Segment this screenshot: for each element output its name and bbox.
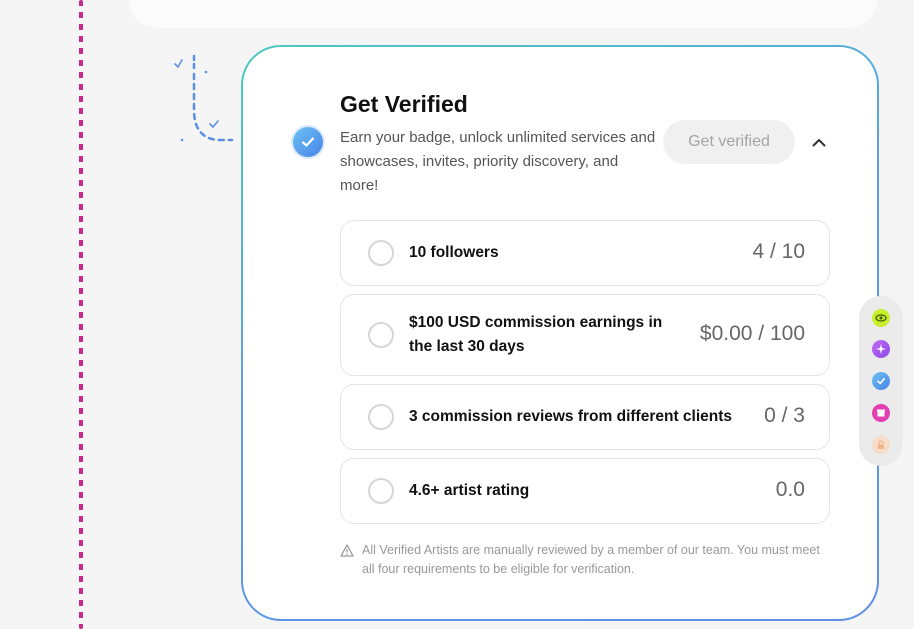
lock-icon[interactable] (872, 436, 890, 454)
requirement-progress: 4 / 10 (752, 240, 805, 263)
requirement-label: 4.6+ artist rating (409, 482, 530, 499)
verified-icon[interactable] (872, 372, 890, 390)
previous-card (128, 0, 878, 28)
requirement-item: 3 commission reviews from different clie… (340, 384, 830, 450)
get-verified-card-body: Get Verified Earn your badge, unlock unl… (243, 47, 877, 619)
requirement-checkbox[interactable] (368, 404, 394, 430)
warning-icon (340, 544, 354, 557)
requirement-label: 10 followers (409, 244, 499, 261)
card-description: Earn your badge, unlock unlimited servic… (340, 129, 656, 194)
checkmark-doodle (174, 54, 234, 142)
sparkle-icon[interactable] (872, 340, 890, 358)
requirement-checkbox[interactable] (368, 322, 394, 348)
requirement-label: $100 USD commission earnings in the last… (409, 314, 663, 355)
dashed-timeline-line (79, 0, 83, 629)
requirement-progress: 0 / 3 (764, 404, 805, 427)
requirement-checkbox[interactable] (368, 478, 394, 504)
get-verified-card: Get Verified Earn your badge, unlock unl… (241, 45, 879, 621)
get-verified-button[interactable]: Get verified (663, 120, 795, 164)
eye-icon[interactable] (872, 309, 890, 327)
requirement-item: 4.6+ artist rating 0.0 (340, 458, 830, 524)
requirement-label: 3 commission reviews from different clie… (409, 408, 733, 425)
requirement-checkbox[interactable] (368, 240, 394, 266)
chevron-up-icon[interactable] (809, 132, 829, 152)
requirement-item: $100 USD commission earnings in the last… (340, 294, 830, 376)
requirement-progress: 0.0 (775, 478, 805, 501)
verification-note-text: All Verified Artists are manually review… (362, 543, 820, 576)
side-rail (859, 296, 903, 466)
requirement-progress: $0.00 / 100 (699, 322, 805, 345)
verified-badge-icon (293, 127, 323, 157)
verification-note: All Verified Artists are manually review… (340, 541, 830, 579)
shop-icon[interactable] (872, 404, 890, 422)
requirement-item: 10 followers 4 / 10 (340, 220, 830, 286)
card-title: Get Verified (340, 91, 468, 117)
